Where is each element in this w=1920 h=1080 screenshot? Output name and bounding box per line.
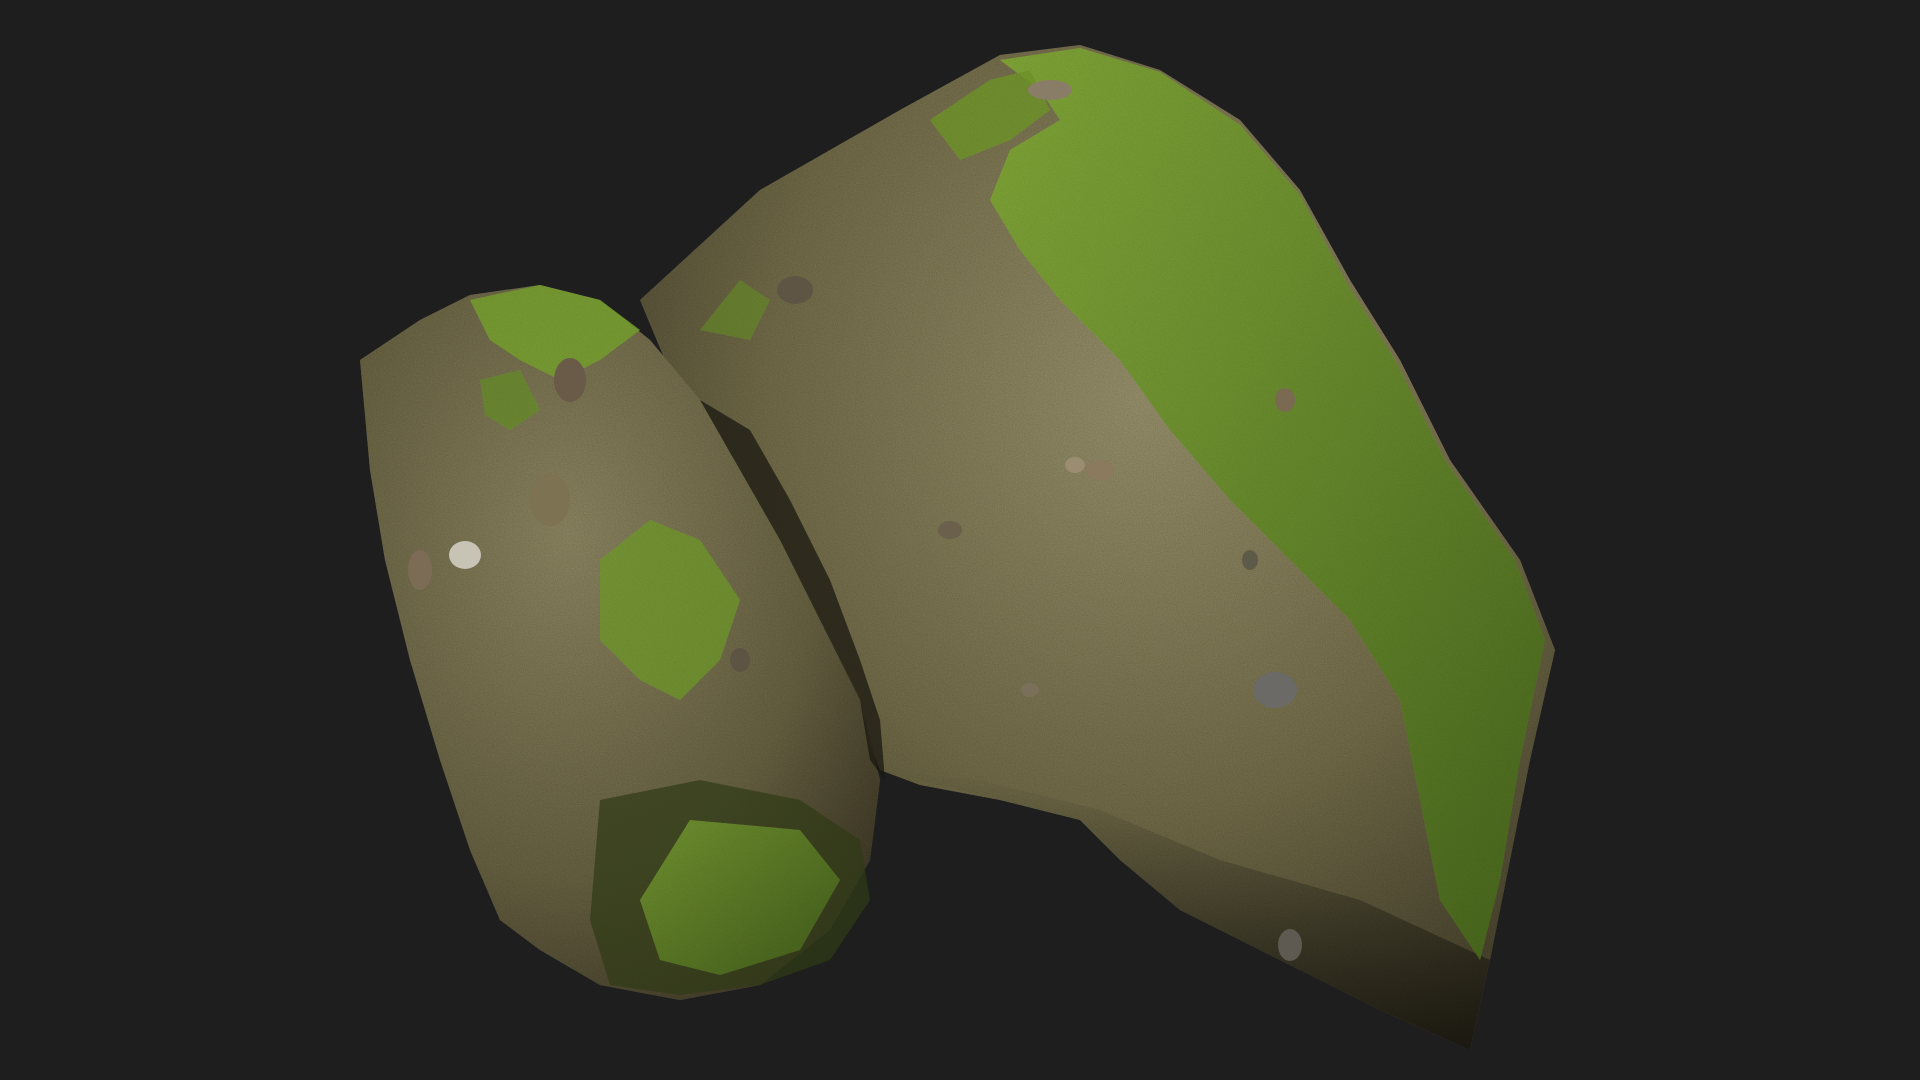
boulder-render xyxy=(360,45,1555,1050)
render-viewport xyxy=(0,0,1920,1080)
